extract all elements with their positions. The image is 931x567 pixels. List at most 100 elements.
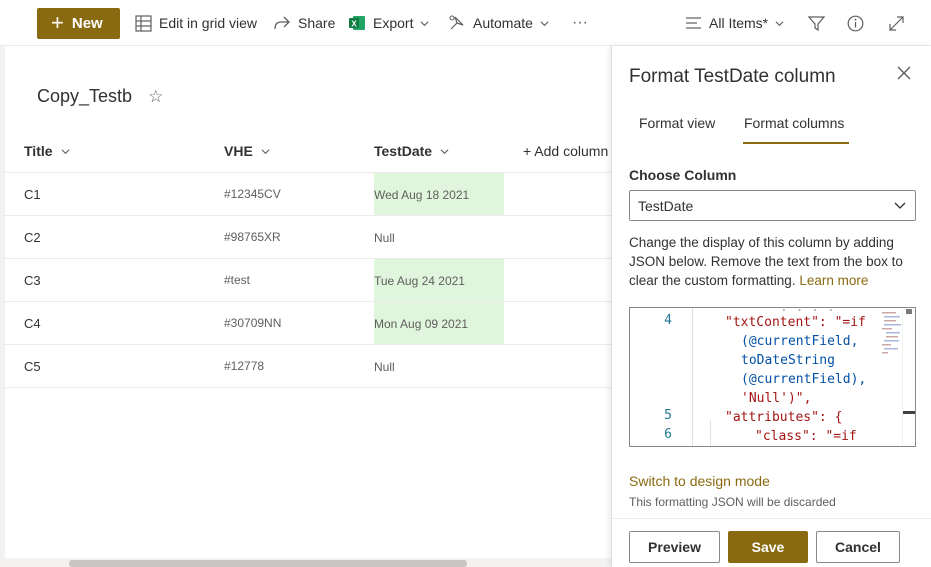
column-header-label: VHE	[224, 143, 253, 159]
editor-line: "txtContent": "=if	[725, 315, 866, 330]
share-button[interactable]: Share	[273, 11, 335, 35]
chevron-down-icon	[440, 148, 449, 154]
discard-note: This formatting JSON will be discarded	[629, 495, 836, 509]
line-number: 4	[664, 313, 672, 328]
row-divider	[5, 387, 611, 388]
edit-grid-button[interactable]: Edit in grid view	[135, 11, 257, 35]
cell-date: Tue Aug 24 2021	[374, 273, 465, 288]
automate-icon	[449, 15, 464, 30]
chevron-down-icon	[775, 20, 784, 26]
chevron-down-icon	[261, 148, 270, 154]
cell-vhe: #98765XR	[224, 230, 281, 244]
column-dropdown[interactable]: TestDate	[629, 190, 916, 221]
grid-icon	[135, 14, 152, 32]
favorite-star-icon[interactable]: ☆	[148, 87, 163, 107]
cell-vhe: #12345CV	[224, 187, 281, 201]
edit-grid-label: Edit in grid view	[159, 15, 258, 31]
add-column-button[interactable]: + Add column	[523, 143, 611, 159]
column-header-vhe[interactable]: VHE	[224, 143, 270, 159]
column-header-testdate[interactable]: TestDate	[374, 143, 449, 159]
cell-vhe: #test	[224, 273, 251, 287]
line-number: 5	[664, 408, 672, 423]
cell-vhe: #30709NN	[224, 316, 282, 330]
cell-title: C2	[24, 230, 41, 245]
info-icon	[847, 15, 864, 31]
footer-divider	[612, 518, 931, 519]
table-row[interactable]: C5 #12778 Null	[5, 345, 611, 388]
table-row[interactable]: C2 #98765XR Null	[5, 216, 611, 259]
svg-text:X: X	[351, 20, 357, 29]
automate-label: Automate	[473, 15, 533, 31]
editor-line: "class": "=if	[755, 429, 857, 444]
cell-title: C3	[24, 273, 41, 288]
editor-line: (@currentField),	[741, 372, 867, 387]
dropdown-value: TestDate	[638, 197, 694, 214]
indent-guide	[710, 420, 711, 446]
cell-date: Wed Aug 18 2021	[374, 187, 470, 202]
format-column-panel: Format TestDate column Format view Forma…	[611, 46, 931, 567]
panel-title: Format TestDate column	[629, 66, 836, 87]
chevron-down-icon	[61, 148, 70, 154]
column-header-label: Title	[24, 143, 53, 159]
cell-title: C5	[24, 359, 41, 374]
editor-minimap	[882, 312, 901, 354]
editor-line: toDateString	[741, 353, 835, 368]
new-button[interactable]: + New	[37, 8, 120, 39]
json-editor[interactable]: . . . . 4 "txtContent": "=if (@currentFi…	[629, 307, 916, 447]
export-button[interactable]: X Export	[348, 11, 429, 35]
more-actions-button[interactable]: ···	[572, 11, 588, 35]
export-label: Export	[373, 15, 414, 31]
switch-design-mode-link[interactable]: Switch to design mode	[629, 473, 770, 489]
tab-format-columns[interactable]: Format columns	[744, 115, 844, 131]
active-tab-indicator	[743, 142, 849, 144]
editor-line: 'Null')",	[741, 391, 812, 406]
editor-line: (@currentField,	[741, 334, 859, 349]
scroll-marker	[906, 309, 912, 314]
add-column-label: + Add column	[523, 143, 609, 159]
choose-column-label: Choose Column	[629, 167, 737, 183]
new-button-label: New	[71, 15, 103, 32]
cell-date: Null	[374, 230, 395, 245]
share-icon	[274, 16, 290, 29]
preview-button[interactable]: Preview	[629, 531, 720, 563]
column-header-label: TestDate	[374, 143, 433, 159]
page-title: Copy_Testb	[37, 86, 133, 106]
list-title: Copy_Testb ☆	[37, 86, 163, 107]
expand-icon	[889, 15, 904, 31]
chevron-down-icon	[894, 202, 906, 209]
horizontal-scrollbar-thumb[interactable]	[69, 560, 467, 567]
cell-date: Null	[374, 359, 395, 374]
learn-more-link[interactable]: Learn more	[799, 273, 868, 288]
view-selector[interactable]: All Items*	[685, 11, 784, 35]
cell-title: C4	[24, 316, 41, 331]
expand-button[interactable]	[888, 11, 905, 35]
list-view-icon	[686, 17, 701, 29]
column-header-title[interactable]: Title	[24, 143, 70, 159]
table-row[interactable]: C3 #test Tue Aug 24 2021	[5, 259, 611, 302]
cell-vhe: #12778	[224, 359, 265, 373]
filter-button[interactable]	[808, 11, 825, 35]
indent-guide	[692, 308, 693, 446]
plus-icon: +	[51, 9, 64, 35]
automate-button[interactable]: Automate	[448, 11, 549, 35]
editor-vertical-scrollbar[interactable]	[902, 308, 915, 446]
scroll-marker	[903, 411, 915, 414]
help-text: Change the display of this column by add…	[629, 233, 919, 290]
tab-format-view[interactable]: Format view	[639, 115, 715, 131]
command-bar: + New Edit in grid view Share X Export A…	[0, 0, 931, 46]
chevron-down-icon	[420, 20, 429, 26]
more-icon: ···	[572, 14, 588, 31]
filter-icon	[808, 15, 825, 31]
excel-icon: X	[349, 16, 365, 30]
view-label: All Items*	[709, 15, 769, 31]
info-button[interactable]	[847, 11, 864, 35]
cancel-button[interactable]: Cancel	[816, 531, 900, 563]
chevron-down-icon	[540, 20, 549, 26]
line-number: 6	[664, 427, 672, 442]
table-row[interactable]: C1 #12345CV Wed Aug 18 2021	[5, 173, 611, 216]
share-label: Share	[298, 15, 336, 31]
table-row[interactable]: C4 #30709NN Mon Aug 09 2021	[5, 302, 611, 345]
close-icon[interactable]	[895, 64, 913, 82]
cell-title: C1	[24, 187, 41, 202]
save-button[interactable]: Save	[728, 531, 808, 563]
